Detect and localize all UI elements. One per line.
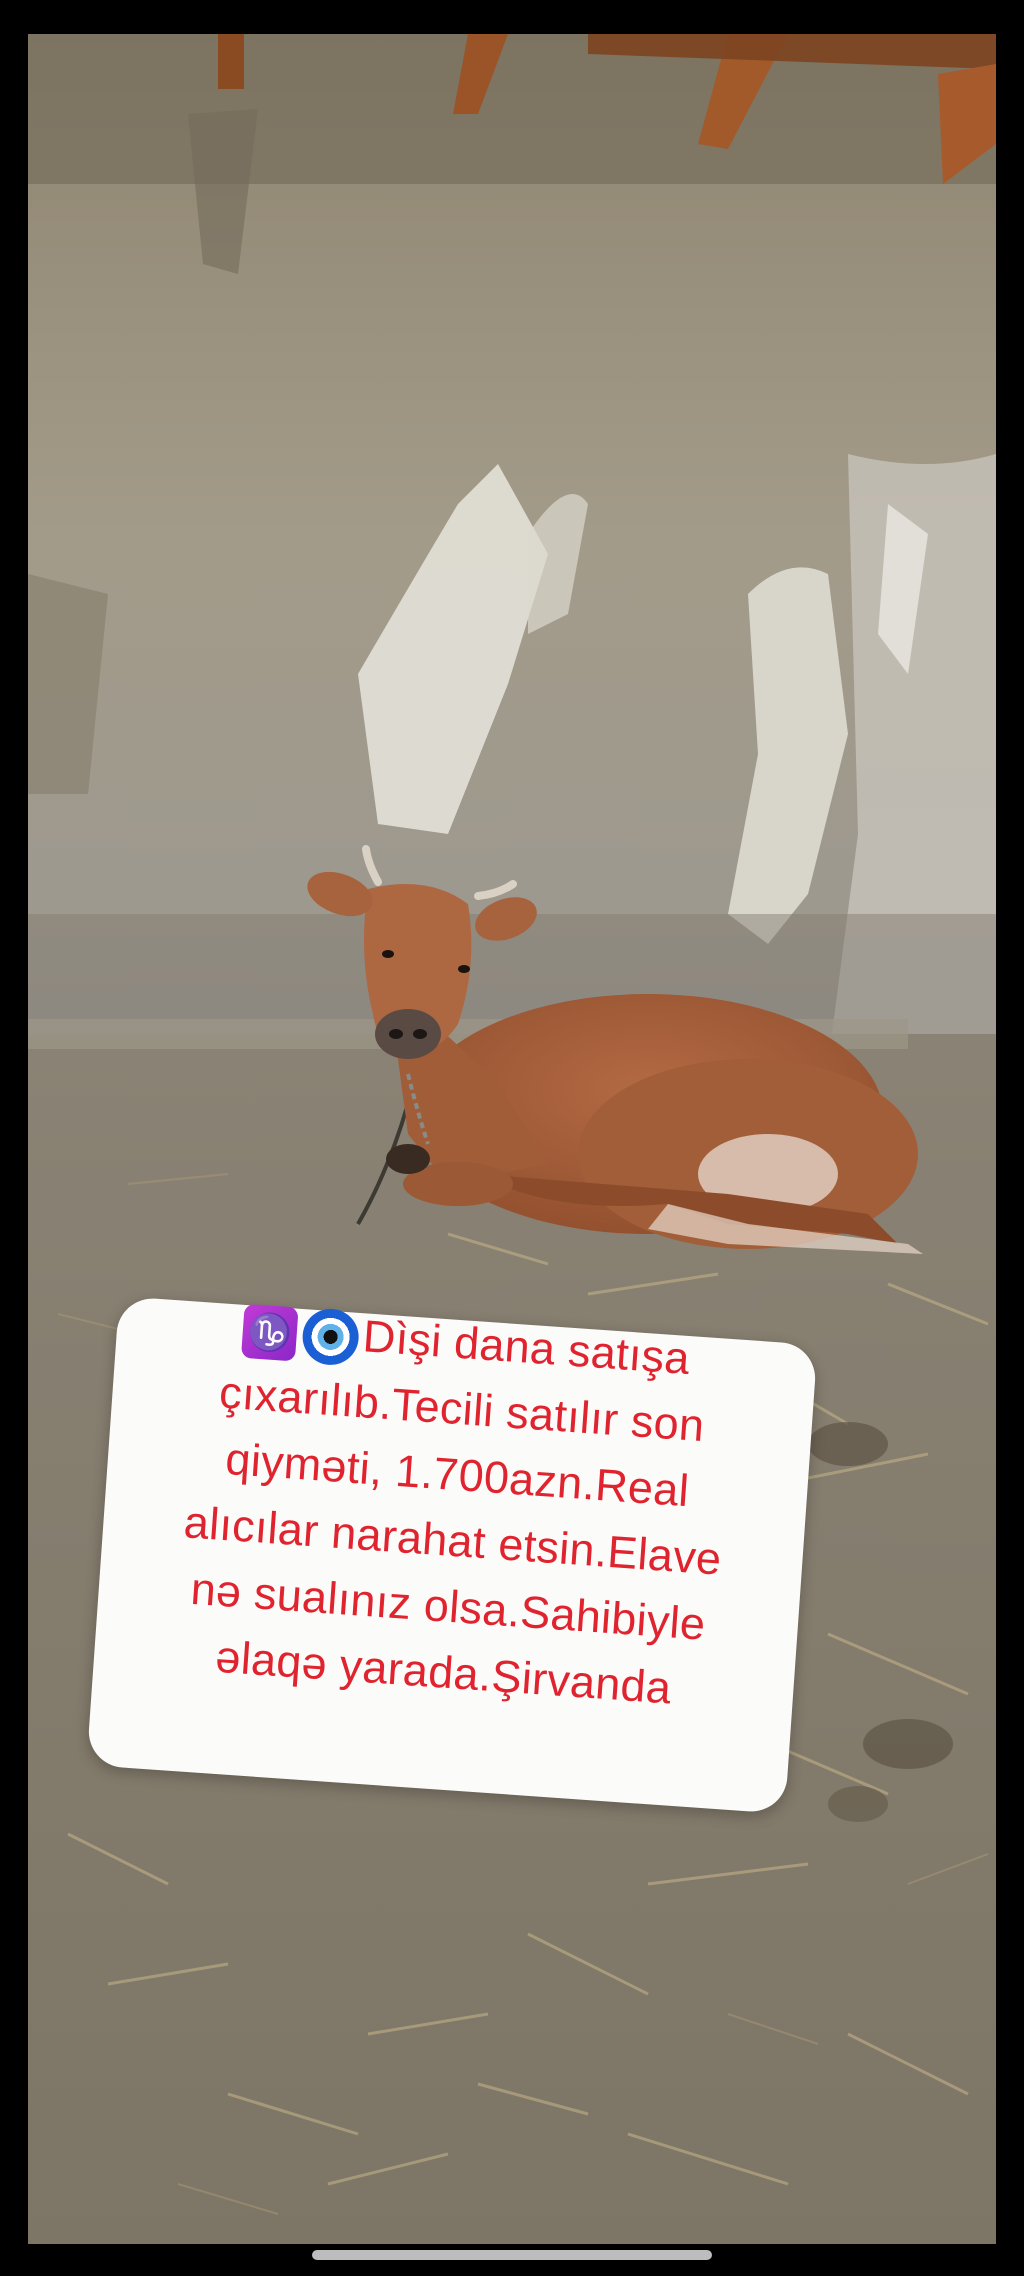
caption-sticker: ♑ Dìşi dana satışa çıxarılıb.Tecili satıl… (77, 1285, 833, 1731)
capricorn-icon: ♑ (241, 1303, 299, 1362)
cow-in-barn-image (28, 34, 996, 2244)
nazar-amulet-icon (301, 1307, 361, 1367)
story-photo (28, 34, 996, 2244)
home-indicator[interactable] (312, 2250, 712, 2260)
story-screen: ♑ Dìşi dana satışa çıxarılıb.Tecili satıl… (0, 0, 1024, 2276)
